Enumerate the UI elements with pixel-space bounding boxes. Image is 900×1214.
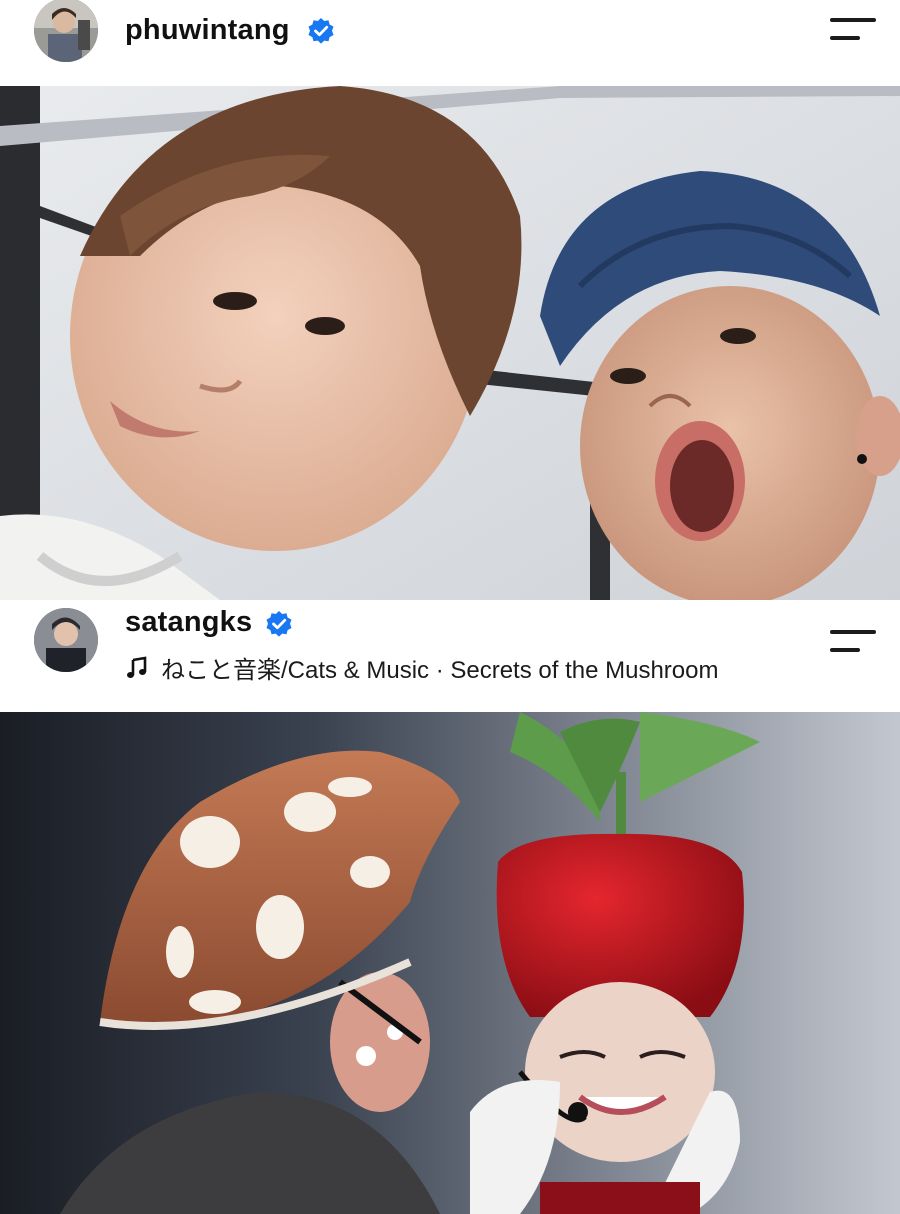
username[interactable]: phuwintang xyxy=(125,14,290,47)
menu-button[interactable] xyxy=(830,630,876,660)
avatar-image xyxy=(34,608,98,672)
menu-button[interactable] xyxy=(830,18,876,48)
verified-badge-icon xyxy=(308,18,334,44)
post-photo-1[interactable] xyxy=(0,86,900,600)
post-header-2: satangks ねこと音楽/Cats & Music · Secrets of… xyxy=(0,600,900,712)
music-note-icon xyxy=(127,655,147,678)
costume-performance-photo xyxy=(0,712,900,1214)
post-header-1: phuwintang xyxy=(0,0,900,86)
hamburger-menu-icon xyxy=(830,18,876,22)
hamburger-menu-icon xyxy=(830,630,876,634)
verified-badge-icon xyxy=(266,611,292,637)
music-attribution[interactable]: ねこと音楽/Cats & Music · Secrets of the Mush… xyxy=(125,650,718,685)
selfie-photo xyxy=(0,86,900,600)
avatar-image xyxy=(34,0,98,62)
music-track-label: ねこと音楽/Cats & Music · Secrets of the Mush… xyxy=(161,657,719,684)
post-photo-2[interactable] xyxy=(0,712,900,1214)
username[interactable]: satangks xyxy=(125,606,252,639)
avatar[interactable] xyxy=(34,608,98,672)
avatar[interactable] xyxy=(34,0,98,62)
